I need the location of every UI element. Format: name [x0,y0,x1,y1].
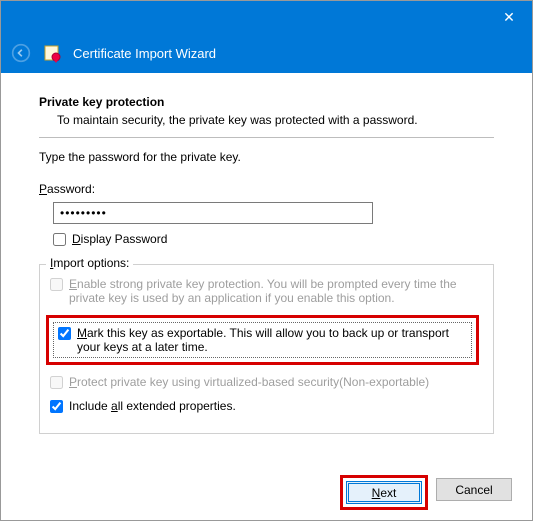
wizard-body: Private key protection To maintain secur… [1,73,532,434]
back-arrow-icon [9,41,33,65]
wizard-title: Certificate Import Wizard [73,46,216,61]
password-label: Password: [39,182,95,196]
titlebar: ✕ [1,1,532,33]
virtualized-security-label: Protect private key using virtualized-ba… [69,375,429,389]
divider [39,137,494,138]
password-prompt: Type the password for the private key. [39,150,494,164]
section-heading: Private key protection [39,95,494,109]
password-group: Password: Display Password [39,182,494,246]
extended-properties-label[interactable]: Include all extended properties. [69,399,236,413]
extended-properties-checkbox[interactable] [50,400,63,413]
password-input[interactable] [53,202,373,224]
strong-protection-checkbox [50,278,63,291]
next-button[interactable]: Next [346,481,422,504]
import-options-legend: Import options: [46,256,133,270]
mark-exportable-checkbox[interactable] [58,327,71,340]
mark-exportable-label[interactable]: Mark this key as exportable. This will a… [77,326,467,354]
wizard-header: Certificate Import Wizard [1,33,532,73]
display-password-checkbox[interactable] [53,233,66,246]
certificate-wizard-icon [43,43,63,63]
exportable-highlight: Mark this key as exportable. This will a… [46,315,479,365]
import-options-group: Import options: Enable strong private ke… [39,264,494,434]
close-button[interactable]: ✕ [486,1,532,33]
strong-protection-label: Enable strong private key protection. Yo… [69,277,477,305]
cancel-button[interactable]: Cancel [436,478,512,501]
wizard-footer: Next Cancel [340,475,512,510]
next-button-highlight: Next [340,475,428,510]
virtualized-security-checkbox [50,376,63,389]
display-password-label[interactable]: Display Password [72,232,167,246]
section-subheading: To maintain security, the private key wa… [39,109,494,127]
